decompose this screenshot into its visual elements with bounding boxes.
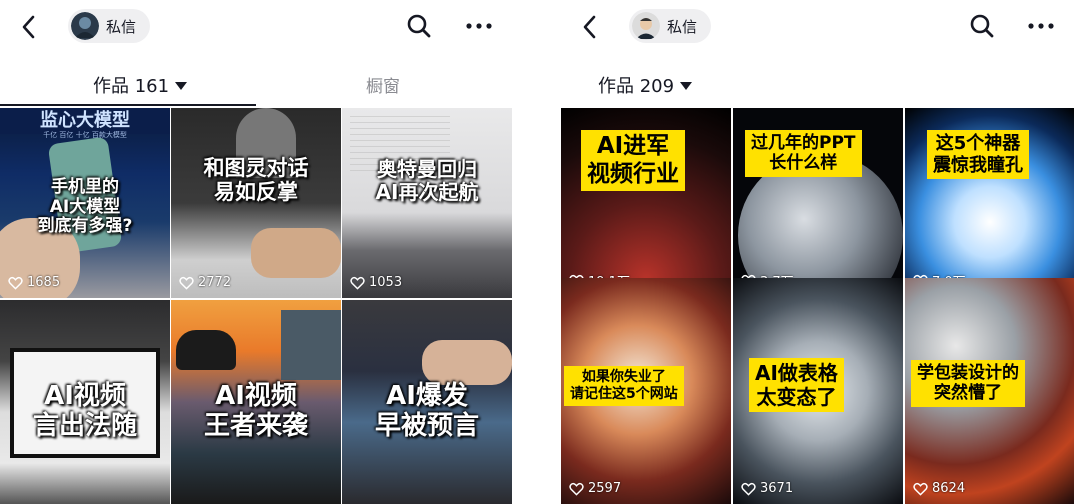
video-card[interactable]: 奥特曼回归 AI再次起航 1053 xyxy=(342,108,512,298)
video-caption: 学包装设计的 突然懵了 xyxy=(911,360,1025,407)
heart-outline-icon xyxy=(741,482,756,496)
profile-tabs: 作品 161 橱窗 xyxy=(0,62,513,108)
caret-down-icon xyxy=(680,82,693,90)
tab-underline xyxy=(0,104,256,106)
heart-outline-icon xyxy=(913,482,928,496)
chevron-left-icon[interactable] xyxy=(14,12,44,42)
video-card[interactable]: 这5个神器 震惊我瞳孔 7.0万 xyxy=(905,108,1074,298)
video-caption: AI爆发 早被预言 xyxy=(374,381,479,441)
banner-title: 监心大模型 xyxy=(40,110,130,131)
like-count-value: 1685 xyxy=(27,275,61,290)
like-count-value: 1053 xyxy=(369,275,403,290)
like-count: 8624 xyxy=(913,481,965,496)
panel-divider xyxy=(513,0,561,504)
video-card[interactable]: 过几年的PPT 长什么样 3.7万 xyxy=(733,108,903,298)
like-count: 3671 xyxy=(741,481,793,496)
video-caption: AI做表格 太变态了 xyxy=(749,358,844,412)
like-count-value: 3671 xyxy=(760,481,794,496)
video-card[interactable]: AI做表格 太变态了 3671 xyxy=(733,278,903,504)
tab-showcase-label: 橱窗 xyxy=(366,77,400,97)
video-card[interactable]: AI爆发 早被预言 xyxy=(342,300,512,504)
dm-button[interactable]: 私信 xyxy=(629,9,712,43)
video-card[interactable]: 学包装设计的 突然懵了 8624 xyxy=(905,278,1074,504)
hand-image xyxy=(251,228,341,278)
video-caption: AI视频 言出法随 xyxy=(32,381,137,441)
like-count-value: 8624 xyxy=(932,481,966,496)
heart-outline-icon xyxy=(350,276,365,290)
video-card[interactable]: AI视频 王者来袭 xyxy=(171,300,341,504)
heart-outline-icon xyxy=(8,276,23,290)
top-bar: 私信 xyxy=(0,0,513,56)
video-card[interactable]: AI进军 视频行业 19.1万 xyxy=(561,108,731,298)
video-grid: AI进军 视频行业 19.1万 过几年的PPT 长什么样 3.7万 这5个神器 … xyxy=(561,108,1074,504)
dm-label: 私信 xyxy=(106,17,137,36)
dm-button[interactable]: 私信 xyxy=(68,9,151,43)
video-caption: 奥特曼回归 AI再次起航 xyxy=(375,157,479,204)
video-caption: AI视频 王者来袭 xyxy=(203,381,308,441)
like-count-value: 2597 xyxy=(588,481,622,496)
video-card[interactable]: 和图灵对话 易如反掌 2772 xyxy=(171,108,341,298)
chevron-left-icon[interactable] xyxy=(575,12,605,42)
dm-label: 私信 xyxy=(667,17,698,36)
like-count-value: 2772 xyxy=(198,275,232,290)
video-caption: 如果你失业了 请记住这5个网站 xyxy=(564,366,684,406)
tab-works-label: 作品 161 xyxy=(93,76,170,97)
video-caption: 和图灵对话 易如反掌 xyxy=(203,156,309,205)
heart-outline-icon xyxy=(569,482,584,496)
profile-panel-left: 私信 作品 161 橱窗 监心大模型 千亿 百亿 十亿 百款大模型 手机里的 A… xyxy=(0,0,513,504)
avatar xyxy=(632,12,660,40)
tab-showcase[interactable]: 橱窗 xyxy=(366,72,400,97)
like-count: 1685 xyxy=(8,275,60,290)
profile-tabs: 作品 209 xyxy=(561,62,1074,108)
video-card[interactable]: AI视频 言出法随 xyxy=(0,300,170,504)
top-bar: 私信 xyxy=(561,0,1074,56)
more-dots-icon[interactable] xyxy=(1026,12,1056,40)
video-grid: 监心大模型 千亿 百亿 十亿 百款大模型 手机里的 AI大模型 到底有多强? 1… xyxy=(0,108,513,504)
like-count: 1053 xyxy=(350,275,402,290)
profile-panel-right: 私信 作品 209 AI进军 视频行业 19.1万 过几年的PPT 长什么样 3… xyxy=(561,0,1074,504)
video-caption: 这5个神器 震惊我瞳孔 xyxy=(927,130,1029,180)
search-icon[interactable] xyxy=(405,12,433,40)
video-caption: 过几年的PPT 长什么样 xyxy=(745,130,862,177)
tab-works-label: 作品 209 xyxy=(598,76,675,97)
tab-works[interactable]: 作品 161 xyxy=(93,72,188,98)
avatar xyxy=(71,12,99,40)
caret-down-icon xyxy=(175,82,188,90)
search-icon[interactable] xyxy=(968,12,996,40)
more-dots-icon[interactable] xyxy=(464,12,494,40)
video-card[interactable]: 如果你失业了 请记住这5个网站 2597 xyxy=(561,278,731,504)
tab-works[interactable]: 作品 209 xyxy=(598,72,693,98)
like-count: 2597 xyxy=(569,481,621,496)
video-caption: AI进军 视频行业 xyxy=(581,130,685,192)
like-count: 2772 xyxy=(179,275,231,290)
heart-outline-icon xyxy=(179,276,194,290)
video-caption: 手机里的 AI大模型 到底有多强? xyxy=(37,177,133,237)
video-card[interactable]: 监心大模型 千亿 百亿 十亿 百款大模型 手机里的 AI大模型 到底有多强? 1… xyxy=(0,108,170,298)
